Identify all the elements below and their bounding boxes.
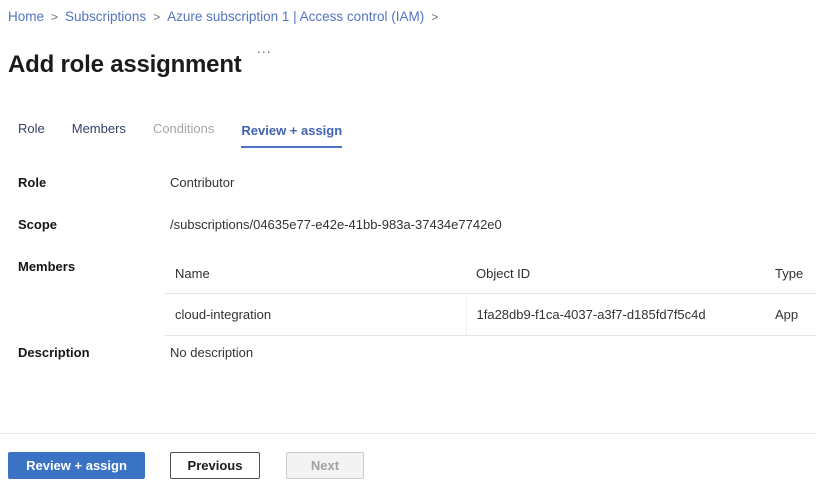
tab-members[interactable]: Members (72, 121, 126, 148)
member-name-cell: cloud-integration (165, 294, 466, 336)
members-table-row: cloud-integration 1fa28db9-f1ca-4037-a3f… (165, 294, 816, 336)
scope-value: /subscriptions/04635e77-e42e-41bb-983a-3… (170, 217, 502, 232)
scope-label: Scope (18, 217, 57, 232)
members-table-header-name: Name (165, 259, 466, 294)
breadcrumb-home-link[interactable]: Home (8, 9, 44, 24)
more-options-icon[interactable]: ... (257, 41, 272, 55)
members-table-header-object-id: Object ID (466, 259, 765, 294)
member-object-id-cell: 1fa28db9-f1ca-4037-a3f7-d185fd7f5c4d (466, 294, 765, 336)
members-table-header-type: Type (765, 259, 816, 294)
previous-button[interactable]: Previous (170, 452, 260, 479)
description-value: No description (170, 345, 253, 360)
member-type-cell: App (765, 294, 816, 336)
page-title: Add role assignment (8, 51, 242, 79)
next-button: Next (286, 452, 364, 479)
wizard-tabs: Role Members Conditions Review + assign (18, 121, 342, 148)
breadcrumb: Home > Subscriptions > Azure subscription 1 … (8, 9, 445, 24)
tab-review-assign[interactable]: Review + assign (241, 123, 342, 148)
chevron-right-icon: > (51, 10, 58, 24)
role-label: Role (18, 175, 46, 190)
footer-divider (0, 433, 816, 434)
members-table-header-row: Name Object ID Type (165, 259, 816, 294)
role-value: Contributor (170, 175, 234, 190)
footer-actions: Review + assign Previous Next (8, 452, 364, 479)
tab-conditions: Conditions (153, 121, 214, 148)
breadcrumb-subscriptions-link[interactable]: Subscriptions (65, 9, 146, 24)
members-table: Name Object ID Type cloud-integration 1f… (165, 259, 816, 336)
chevron-right-icon: > (431, 10, 438, 24)
review-assign-button[interactable]: Review + assign (8, 452, 145, 479)
tab-role[interactable]: Role (18, 121, 45, 148)
breadcrumb-subscription-iam-link[interactable]: Azure subscription 1 | Access control (I… (167, 9, 424, 24)
description-label: Description (18, 345, 90, 360)
chevron-right-icon: > (153, 10, 160, 24)
members-label: Members (18, 259, 75, 274)
